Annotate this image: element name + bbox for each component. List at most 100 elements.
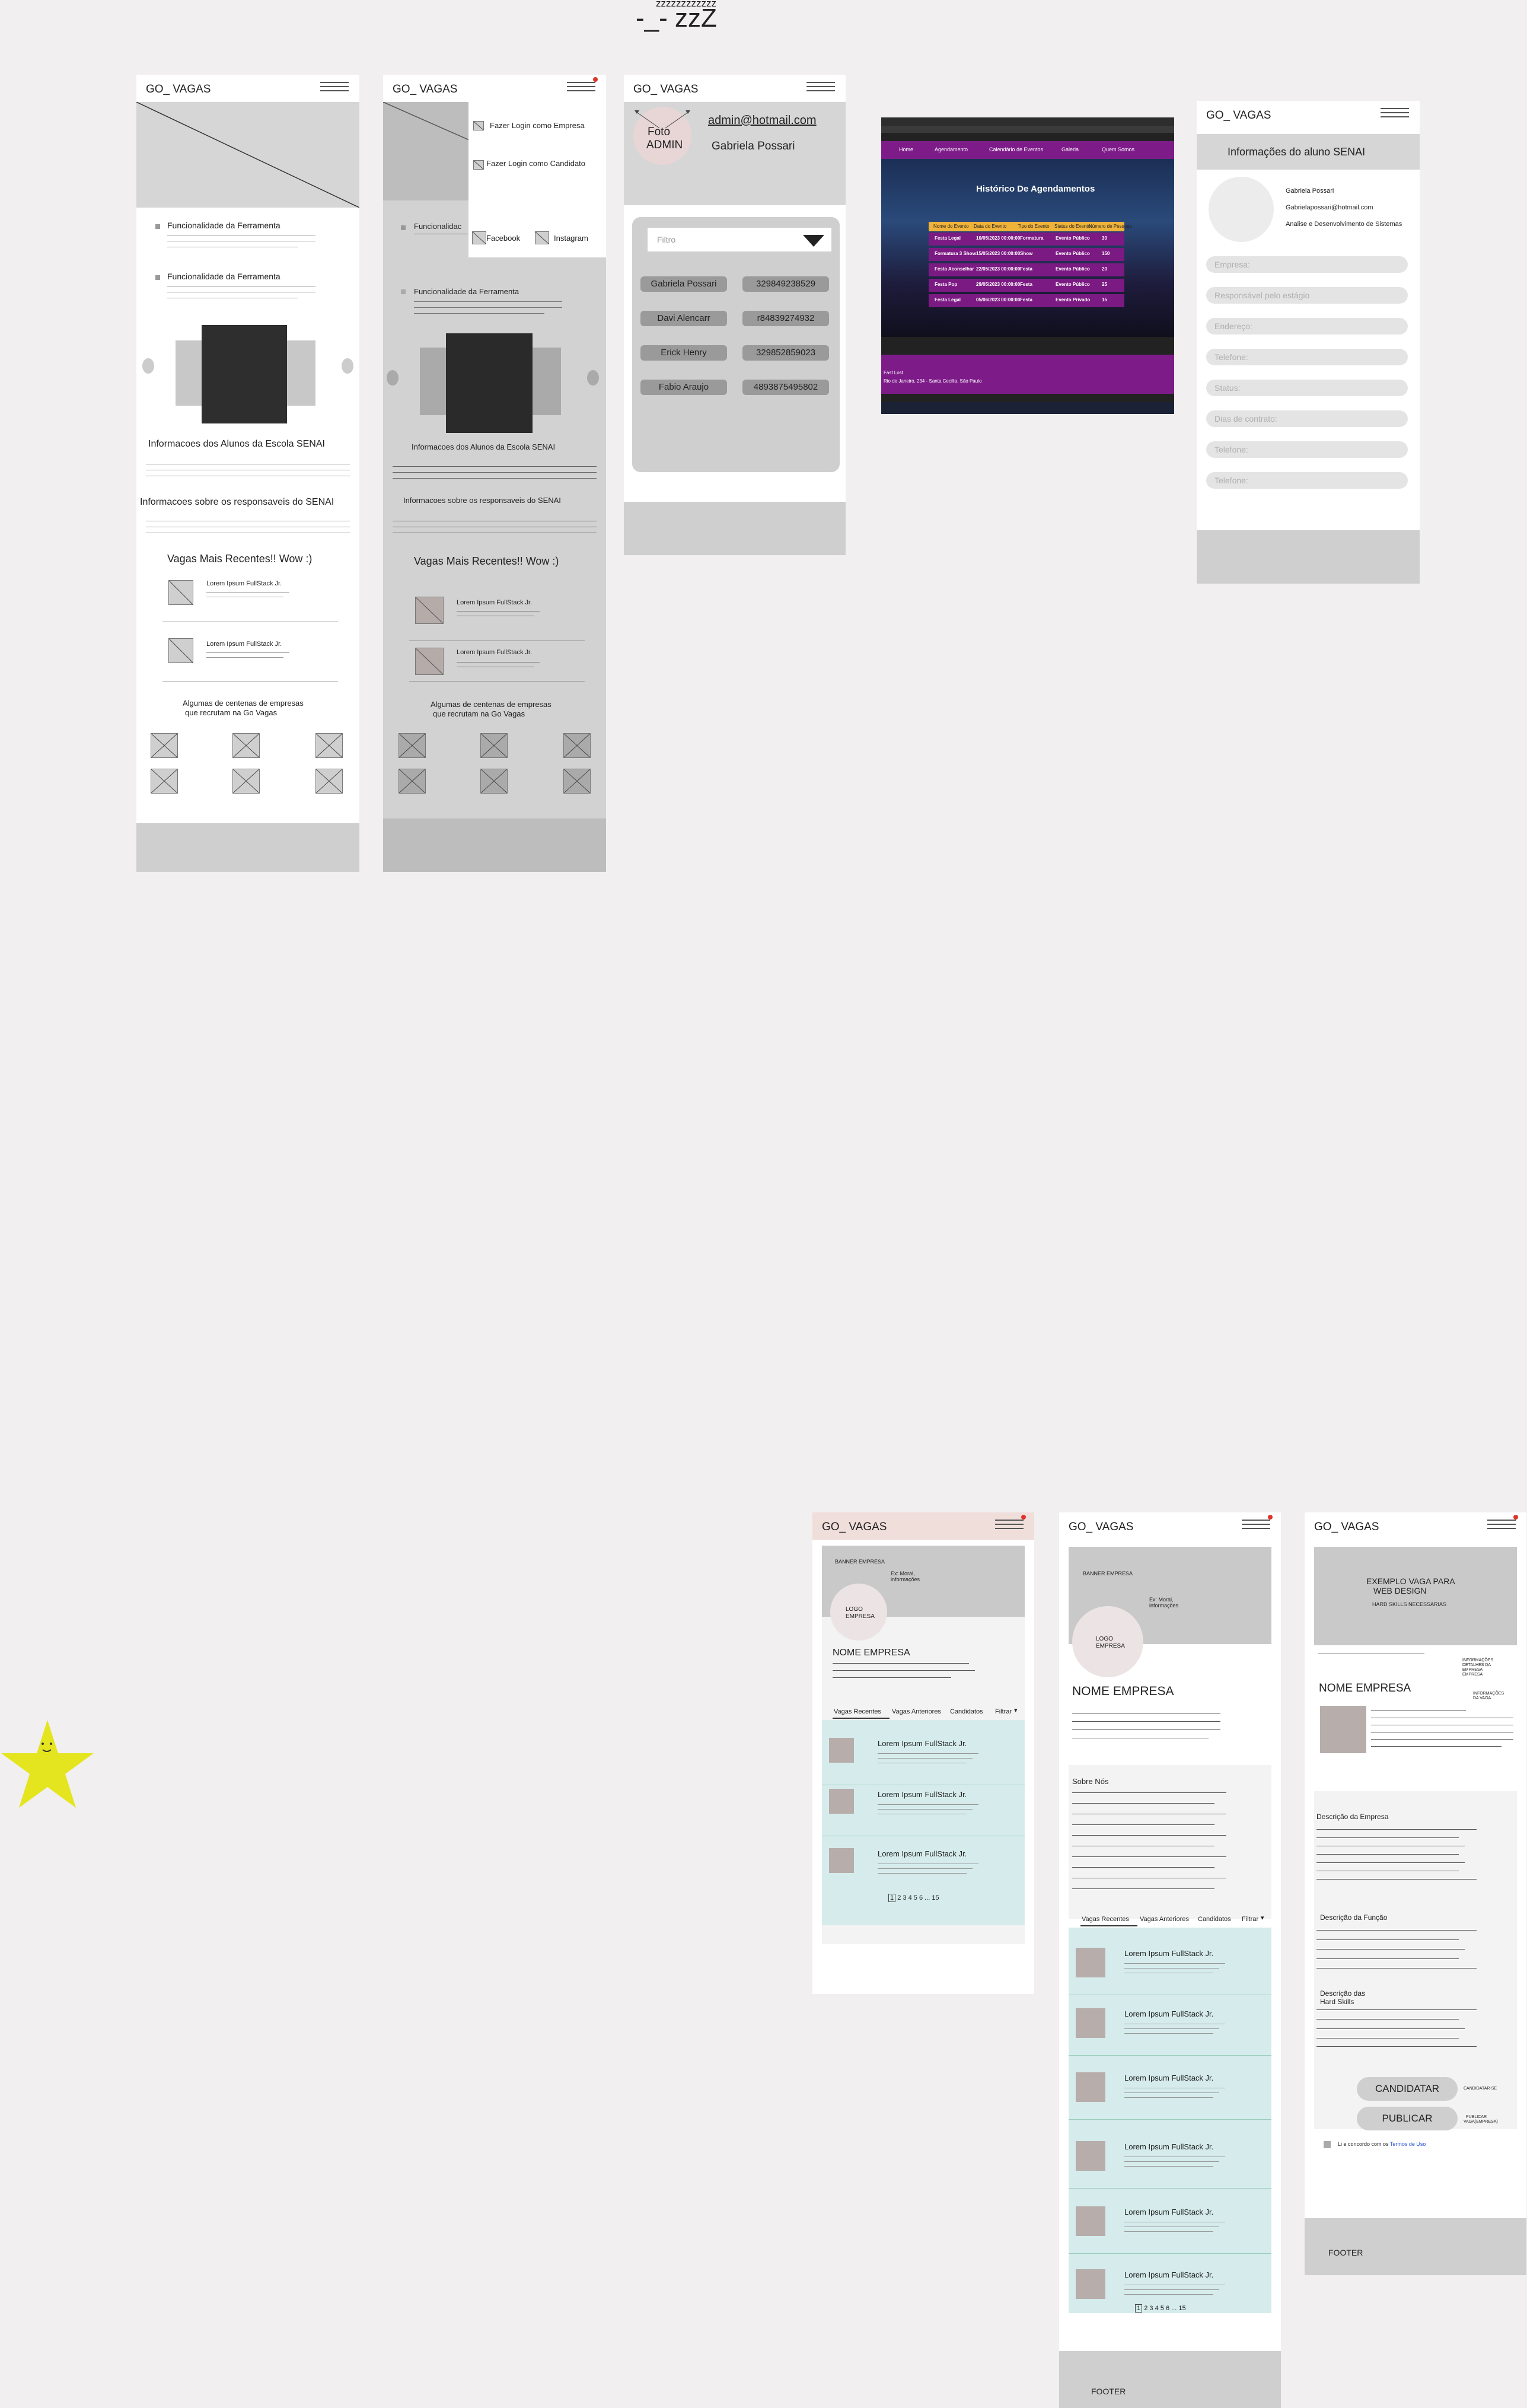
page-link[interactable]: 3 xyxy=(903,1894,906,1901)
user-phone-cell[interactable]: 329849238529 xyxy=(742,276,829,292)
company-logo[interactable] xyxy=(563,733,591,758)
user-name-cell[interactable]: Gabriela Possari xyxy=(640,276,727,292)
nav-link[interactable]: Agendamento xyxy=(935,146,968,152)
page-link[interactable]: 1 xyxy=(1135,2304,1143,2313)
company-logo[interactable] xyxy=(151,733,178,758)
menu-item-login-company[interactable]: Fazer Login como Empresa xyxy=(490,121,585,130)
tab-recent-jobs[interactable]: Vagas Recentes xyxy=(834,1708,881,1715)
apply-button[interactable]: CANDIDATAR xyxy=(1357,2077,1458,2101)
field-supervisor[interactable]: Responsável pelo estágio xyxy=(1206,287,1408,304)
company-logo[interactable]: LOGO EMPRESA xyxy=(1072,1606,1143,1677)
job-title[interactable]: Lorem Ipsum FullStack Jr. xyxy=(206,641,282,648)
admin-email[interactable]: admin@hotmail.com xyxy=(708,114,817,128)
user-phone-cell[interactable]: 329852859023 xyxy=(742,345,829,361)
brand-logo[interactable]: GO_ VAGAS xyxy=(633,83,698,96)
page-link[interactable]: 5 xyxy=(1161,2305,1164,2312)
brand-logo[interactable]: GO_ VAGAS xyxy=(1206,109,1271,122)
page-link[interactable]: 2 xyxy=(897,1894,901,1901)
tab-previous-jobs[interactable]: Vagas Anteriores xyxy=(892,1708,941,1715)
terms-checkbox[interactable] xyxy=(1324,2141,1331,2148)
page-link[interactable]: 15 xyxy=(1178,2305,1185,2312)
company-logo[interactable] xyxy=(232,733,260,758)
page-link[interactable]: 1 xyxy=(888,1894,896,1902)
page-link[interactable]: 6 xyxy=(1166,2305,1169,2312)
hamburger-menu-icon[interactable] xyxy=(1381,108,1409,120)
field-phone[interactable]: Telefone: xyxy=(1206,441,1408,458)
brand-logo[interactable]: GO_ VAGAS xyxy=(146,83,211,96)
company-logo[interactable] xyxy=(399,733,426,758)
user-name-cell[interactable]: Erick Henry xyxy=(640,345,727,361)
field-company[interactable]: Empresa: xyxy=(1206,256,1408,273)
carousel-slide-main[interactable] xyxy=(446,333,533,433)
page-link[interactable]: 6 xyxy=(919,1894,923,1901)
tab-candidates[interactable]: Candidatos xyxy=(1198,1916,1231,1923)
job-title[interactable]: Lorem Ipsum FullStack Jr. xyxy=(206,580,282,587)
company-logo[interactable] xyxy=(563,769,591,794)
student-avatar[interactable] xyxy=(1209,177,1274,242)
list-item[interactable]: Lorem Ipsum FullStack Jr. xyxy=(1069,1936,1271,1995)
user-name-cell[interactable]: Fabio Araujo xyxy=(640,380,727,395)
tab-recent-jobs[interactable]: Vagas Recentes xyxy=(1082,1916,1129,1923)
nav-link[interactable]: Quem Somos xyxy=(1102,146,1134,152)
list-item[interactable]: Lorem Ipsum FullStack Jr. xyxy=(822,1777,1025,1836)
brand-logo[interactable]: GO_ VAGAS xyxy=(393,83,457,96)
company-logo[interactable] xyxy=(480,733,508,758)
field-contract-days[interactable]: Dias de contrato: xyxy=(1206,410,1408,427)
field-phone[interactable]: Telefone: xyxy=(1206,349,1408,365)
nav-link[interactable]: Galeria xyxy=(1061,146,1079,152)
carousel-next-button[interactable] xyxy=(342,358,353,374)
list-item[interactable]: Lorem Ipsum FullStack Jr. xyxy=(1069,2194,1271,2254)
field-status[interactable]: Status: xyxy=(1206,380,1408,396)
filter-select[interactable]: Filtro xyxy=(648,228,831,251)
company-logo[interactable] xyxy=(315,769,343,794)
user-name-cell[interactable]: Davi Alencarr xyxy=(640,311,727,326)
company-logo[interactable] xyxy=(151,769,178,794)
instagram-link[interactable]: Instagram xyxy=(554,234,588,243)
page-link[interactable]: 15 xyxy=(932,1894,939,1901)
hamburger-menu-icon[interactable] xyxy=(1242,1520,1270,1531)
company-logo[interactable] xyxy=(480,769,508,794)
terms-link[interactable]: Termos de Uso xyxy=(1390,2141,1426,2147)
company-logo[interactable] xyxy=(315,733,343,758)
list-item[interactable]: Lorem Ipsum FullStack Jr. xyxy=(1069,2129,1271,2189)
hamburger-menu-icon[interactable] xyxy=(320,82,349,94)
menu-item-login-candidate[interactable]: Fazer Login como Candidato xyxy=(486,159,585,168)
facebook-link[interactable]: Facebook xyxy=(486,234,520,243)
company-logo[interactable] xyxy=(399,769,426,794)
tab-candidates[interactable]: Candidatos xyxy=(950,1708,983,1715)
brand-logo[interactable]: GO_ VAGAS xyxy=(822,1521,887,1534)
page-link[interactable]: 3 xyxy=(1149,2305,1153,2312)
nav-link[interactable]: Calendário de Eventos xyxy=(989,146,1043,152)
user-phone-cell[interactable]: 4893875495802 xyxy=(742,380,829,395)
publish-button[interactable]: PUBLICAR xyxy=(1357,2107,1458,2130)
brand-logo[interactable]: GO_ VAGAS xyxy=(1069,1521,1133,1534)
list-item[interactable]: Lorem Ipsum FullStack Jr. xyxy=(822,1836,1025,1896)
job-title[interactable]: Lorem Ipsum FullStack Jr. xyxy=(457,649,532,656)
job-title[interactable]: Lorem Ipsum FullStack Jr. xyxy=(457,599,532,606)
tab-filter[interactable]: Filtrar xyxy=(995,1708,1012,1715)
carousel-slide-main[interactable] xyxy=(202,325,287,423)
page-link[interactable]: 4 xyxy=(1155,2305,1159,2312)
list-item[interactable]: Lorem Ipsum FullStack Jr. xyxy=(1069,1996,1271,2056)
carousel-prev-button[interactable] xyxy=(142,358,154,374)
company-logo[interactable] xyxy=(232,769,260,794)
brand-logo[interactable]: GO_ VAGAS xyxy=(1314,1521,1379,1534)
admin-photo[interactable]: Foto ADMIN xyxy=(633,107,691,165)
tab-previous-jobs[interactable]: Vagas Anteriores xyxy=(1140,1916,1189,1923)
hamburger-menu-icon[interactable] xyxy=(995,1520,1024,1531)
nav-link[interactable]: Home xyxy=(899,146,913,152)
field-address[interactable]: Endereço: xyxy=(1206,318,1408,335)
carousel-next-button[interactable] xyxy=(587,370,599,386)
company-photo[interactable] xyxy=(1320,1706,1366,1753)
hamburger-menu-icon[interactable] xyxy=(806,82,835,94)
page-link[interactable]: 2 xyxy=(1144,2305,1147,2312)
field-phone[interactable]: Telefone: xyxy=(1206,472,1408,489)
user-phone-cell[interactable]: r84839274932 xyxy=(742,311,829,326)
list-item[interactable]: Lorem Ipsum FullStack Jr. xyxy=(822,1726,1025,1785)
page-link[interactable]: 5 xyxy=(914,1894,917,1901)
tab-filter[interactable]: Filtrar xyxy=(1242,1916,1258,1923)
company-logo[interactable]: LOGO EMPRESA xyxy=(830,1584,887,1641)
hamburger-menu-icon[interactable] xyxy=(567,82,595,94)
hamburger-menu-icon[interactable] xyxy=(1487,1520,1516,1531)
carousel-prev-button[interactable] xyxy=(387,370,399,386)
